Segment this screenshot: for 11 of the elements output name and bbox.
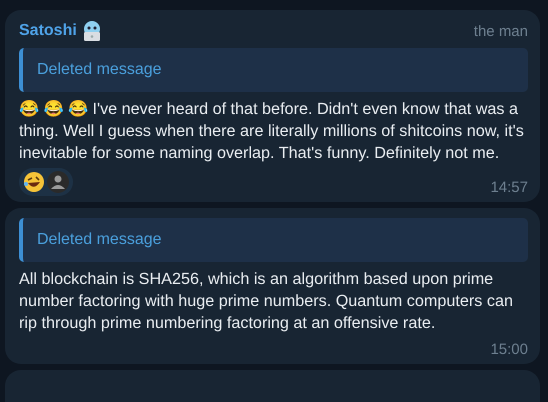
laughing-face-icon [23,171,45,193]
reply-quote[interactable]: Deleted message [19,48,528,92]
sender-title: the man [474,22,528,40]
message-time: 15:00 [490,341,528,358]
avatar-icon [47,171,69,193]
message-text: 😂 😂 😂 I've never heard of that before. Didn't even know that was a thing. Well I guess when there are literally millions of shitcoins now, it's inevitable for some naming overlap. That's funny. Definitely not me. [19,99,525,164]
reply-quote[interactable]: Deleted message [19,218,528,262]
sender-name[interactable]: Satoshi [19,22,77,40]
message-time: 14:57 [490,179,528,196]
reaction-chip[interactable] [19,168,73,196]
message-text: All blockchain is SHA256, which is an algorithm based upon prime number factoring with huge prime numbers. Quantum computers can rip through prime numbering factoring at an offensive rate. [19,269,514,334]
